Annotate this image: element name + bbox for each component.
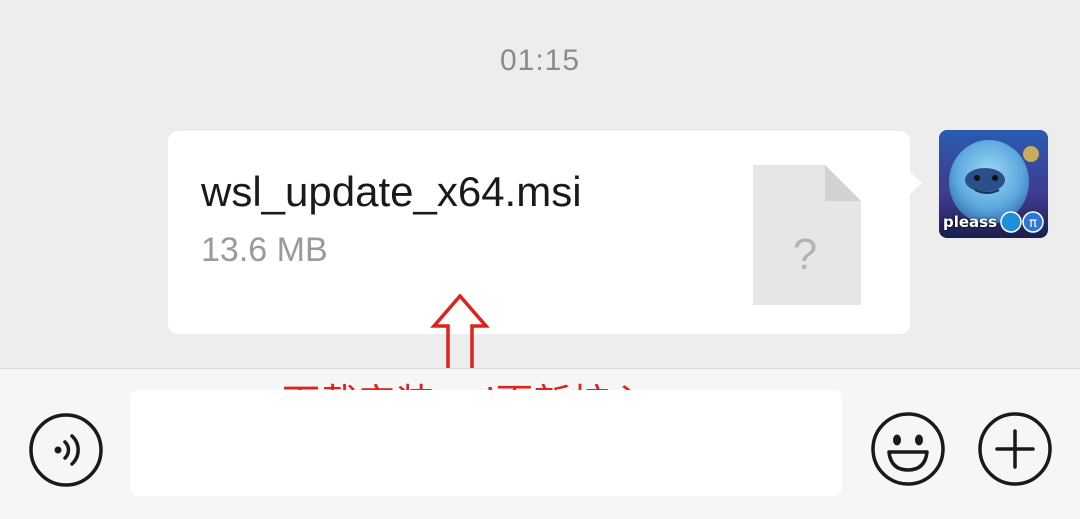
file-message-bubble[interactable]: wsl_update_x64.msi 13.6 MB ? (168, 131, 922, 334)
svg-text:π: π (1029, 216, 1037, 231)
voice-icon[interactable] (28, 412, 104, 488)
message-input[interactable] (130, 390, 842, 496)
unknown-file-icon: ? (753, 165, 861, 305)
file-size: 13.6 MB (201, 231, 328, 269)
bubble-tail (909, 171, 922, 195)
avatar-caption: pleass (943, 213, 998, 231)
chat-area: 01:15 wsl_update_x64.msi 13.6 MB ? π ple… (0, 0, 1080, 372)
up-arrow-annotation-icon (430, 294, 490, 372)
plus-icon[interactable] (976, 410, 1054, 488)
emoji-icon[interactable] (869, 410, 947, 488)
avatar[interactable]: π pleass (939, 130, 1048, 238)
file-icon-glyph: ? (793, 230, 817, 279)
message-timestamp: 01:15 (499, 44, 581, 77)
file-name: wsl_update_x64.msi (201, 168, 582, 215)
